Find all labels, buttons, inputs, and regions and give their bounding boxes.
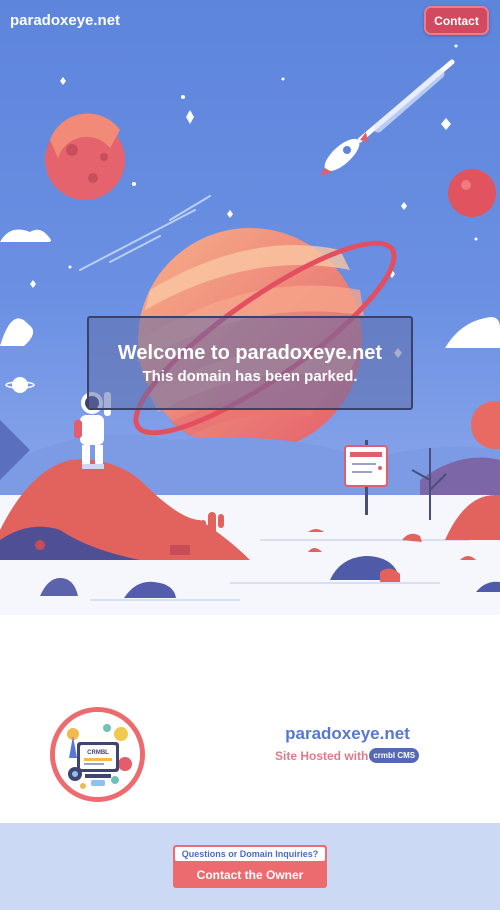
contact-button[interactable]: Contact	[424, 6, 489, 35]
welcome-panel: Welcome to paradoxeye.net This domain ha…	[87, 316, 413, 410]
logo-text: CRMBL	[87, 750, 109, 756]
contact-owner-button[interactable]: Contact the Owner	[173, 863, 327, 887]
parked-notice: This domain has been parked.	[142, 368, 358, 385]
space-illustration	[0, 0, 500, 615]
crmbl-logo[interactable]: CRMBL	[50, 707, 145, 802]
inquiry-label: Questions or Domain Inquiries?	[175, 847, 325, 861]
welcome-title: Welcome to paradoxeye.net	[117, 342, 383, 364]
hosted-with-row: Site Hosted with crmbl CMS	[275, 748, 420, 763]
crmbl-logo-art: CRMBL	[55, 712, 140, 797]
cms-badge[interactable]: crmbl CMS	[369, 748, 420, 763]
inquiry-box: Questions or Domain Inquiries? Contact t…	[173, 845, 327, 888]
hosted-domain: paradoxeye.net	[285, 724, 410, 743]
hosted-with-label: Site Hosted with	[275, 748, 369, 763]
site-name[interactable]: paradoxeye.net	[10, 12, 120, 29]
hero-banner: paradoxeye.net Contact Welcome to parado…	[0, 0, 500, 615]
